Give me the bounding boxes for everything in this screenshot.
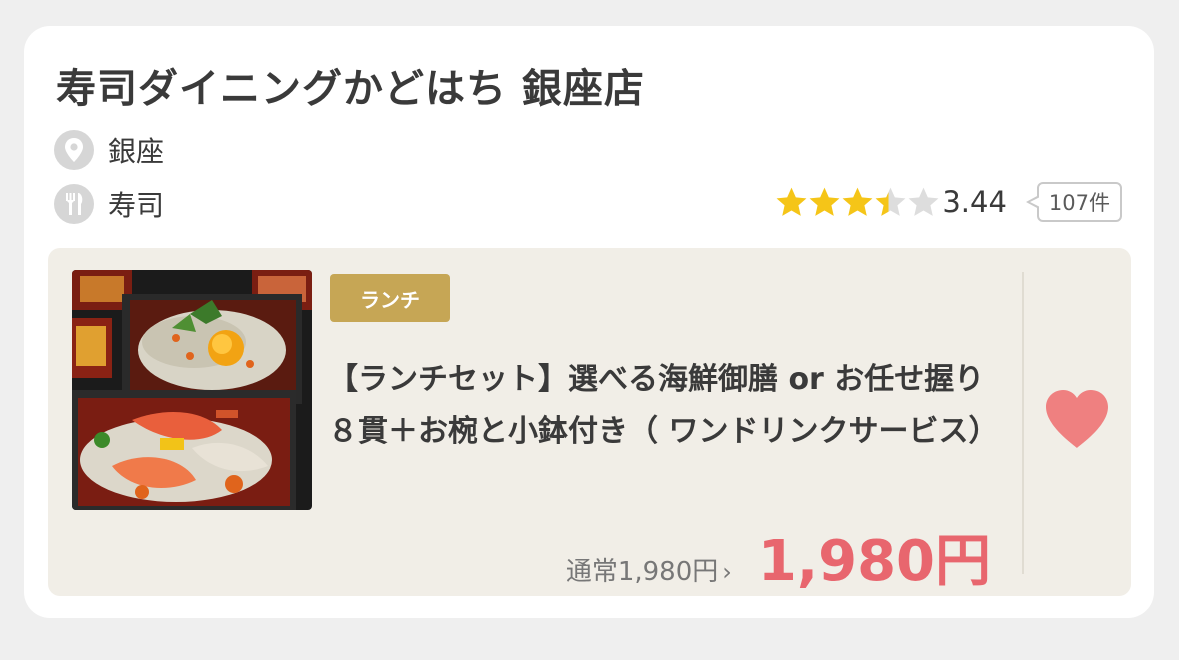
genre-row: 寿司 xyxy=(54,184,164,224)
discount-price: 1,980円 xyxy=(757,529,991,594)
plan-photo xyxy=(72,270,312,510)
rating-star xyxy=(809,187,840,216)
fork-knife-icon xyxy=(54,184,94,224)
rating-score: 3.44 xyxy=(942,185,1007,219)
heart-icon[interactable] xyxy=(1044,388,1110,450)
rating-star xyxy=(908,187,939,216)
divider xyxy=(1022,272,1024,574)
restaurant-card[interactable]: 寿司ダイニングかどはち 銀座店 銀座 寿司 3.44 107件 ランチ 【ランチ… xyxy=(24,26,1154,618)
restaurant-name[interactable]: 寿司ダイニングかどはち 銀座店 xyxy=(56,56,645,114)
plan-price: 通常1,980円 › 1,980円 xyxy=(566,516,991,597)
rating-star xyxy=(842,187,873,216)
area-label: 銀座 xyxy=(108,135,165,168)
area-row: 銀座 xyxy=(54,130,164,170)
rating-star xyxy=(875,187,906,216)
rating: 3.44 107件 xyxy=(775,182,1122,222)
rating-star xyxy=(776,187,807,216)
regular-price: 通常1,980円 xyxy=(565,557,719,587)
chevron-right-icon: › xyxy=(722,558,732,586)
plan-badge: ランチ xyxy=(330,274,450,322)
rating-stars xyxy=(775,186,940,218)
genre-label: 寿司 xyxy=(108,189,165,222)
review-count-badge[interactable]: 107件 xyxy=(1025,182,1122,222)
location-pin-icon xyxy=(54,130,94,170)
plan-card[interactable]: ランチ 【ランチセット】選べる海鮮御膳 or お任せ握り８貫＋お椀と小鉢付き（ … xyxy=(48,248,1131,596)
plan-name[interactable]: 【ランチセット】選べる海鮮御膳 or お任せ握り８貫＋お椀と小鉢付き（ ワンドリ… xyxy=(328,354,1008,458)
